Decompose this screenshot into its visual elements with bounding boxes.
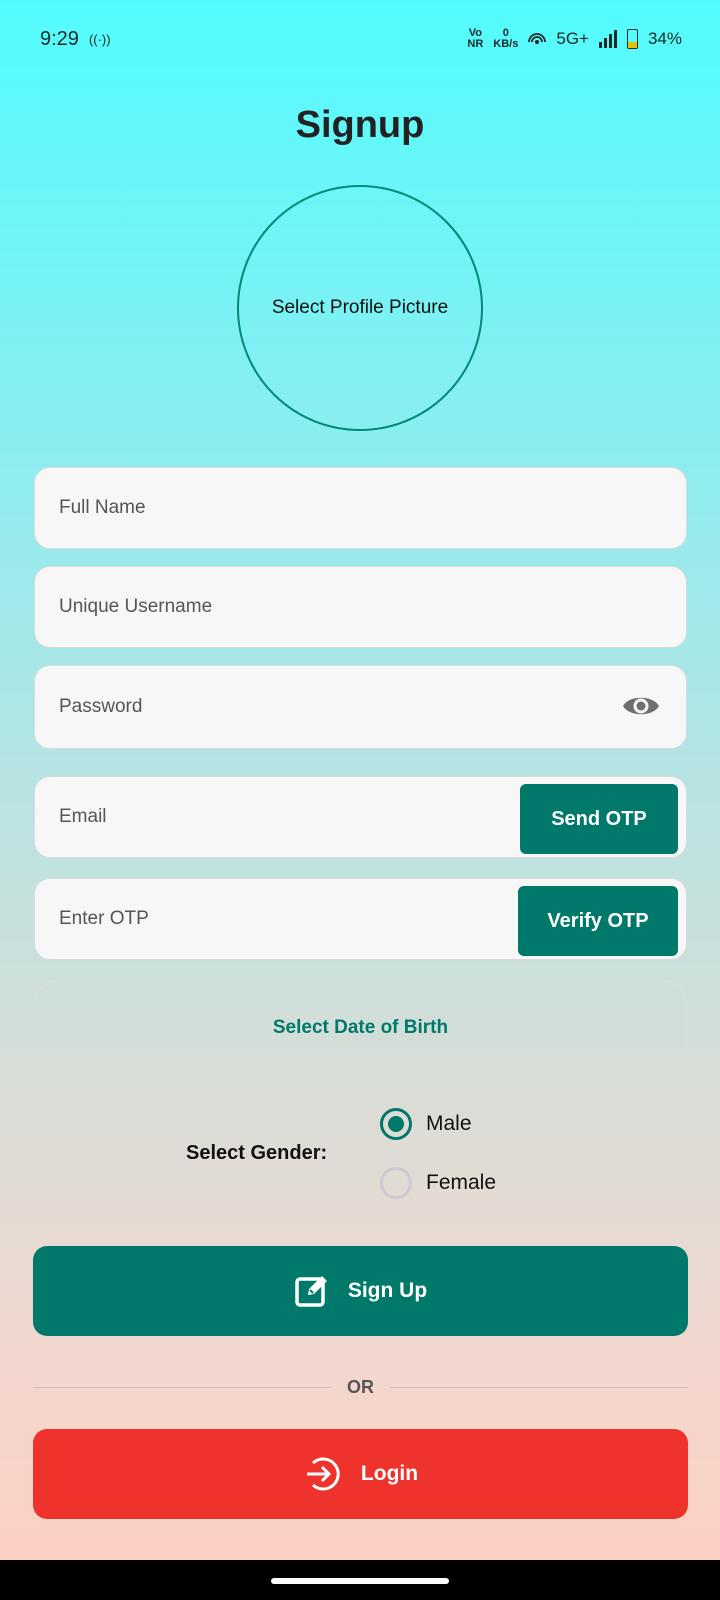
gender-option-female[interactable]: Female: [380, 1167, 496, 1199]
status-left: 9:29 ((·)): [40, 28, 111, 51]
login-label: Login: [360, 1462, 419, 1485]
page-title: Signup: [295, 104, 425, 146]
gender-label: Select Gender:: [186, 1142, 328, 1164]
status-time: 9:29: [40, 27, 79, 50]
radio-unselected-icon[interactable]: [380, 1167, 412, 1199]
signup-label: Sign Up: [347, 1279, 428, 1302]
navigation-bar: [0, 1560, 720, 1600]
signup-button[interactable]: Sign Up: [33, 1246, 688, 1336]
profile-picture-selector[interactable]: Select Profile Picture: [237, 185, 483, 431]
email-placeholder: Email: [59, 806, 107, 827]
speed-indicator: 0 KB/s: [493, 28, 518, 50]
status-right: Vo NR 0 KB/s 5G+ 34%: [467, 28, 682, 50]
send-otp-button[interactable]: Send OTP: [520, 784, 678, 854]
otp-field[interactable]: Enter OTP Verify OTP: [34, 878, 687, 960]
or-divider: OR: [33, 1372, 688, 1402]
vo-nr-label: Vo NR: [467, 27, 484, 50]
password-field[interactable]: Password: [34, 665, 687, 749]
full-name-placeholder: Full Name: [59, 497, 146, 518]
edit-icon: [295, 1276, 327, 1307]
email-field[interactable]: Email Send OTP: [34, 776, 687, 858]
divider-line: [33, 1386, 331, 1388]
gender-option-male[interactable]: Male: [380, 1108, 472, 1140]
profile-picture-label: Select Profile Picture: [271, 297, 449, 318]
hotspot-icon: ((·)): [88, 31, 111, 47]
username-field[interactable]: Unique Username: [34, 566, 687, 648]
home-gesture-handle[interactable]: [271, 1578, 449, 1584]
otp-placeholder: Enter OTP: [59, 908, 149, 929]
battery-percent: 34%: [647, 29, 682, 48]
signal-icon: [598, 30, 617, 48]
hotspot-signal-icon: [528, 33, 547, 44]
divider-line: [390, 1386, 688, 1388]
full-name-field[interactable]: Full Name: [34, 467, 687, 549]
login-icon: [306, 1457, 340, 1491]
username-placeholder: Unique Username: [59, 596, 213, 617]
or-label: OR: [347, 1376, 374, 1397]
gender-option-label: Female: [426, 1171, 497, 1194]
status-bar: 9:29 ((·)) Vo NR 0 KB/s 5G+ 34%: [0, 0, 720, 78]
radio-selected-icon[interactable]: [380, 1108, 412, 1140]
battery-icon: [626, 29, 638, 49]
speed-unit: KB/s: [493, 38, 519, 50]
date-of-birth-button[interactable]: Select Date of Birth: [34, 981, 687, 1075]
gender-option-label: Male: [426, 1112, 472, 1135]
password-placeholder: Password: [59, 696, 143, 717]
login-button[interactable]: Login: [33, 1429, 688, 1519]
network-type: 5G+: [556, 29, 589, 48]
eye-icon[interactable]: [622, 692, 660, 720]
verify-otp-button[interactable]: Verify OTP: [518, 886, 678, 956]
